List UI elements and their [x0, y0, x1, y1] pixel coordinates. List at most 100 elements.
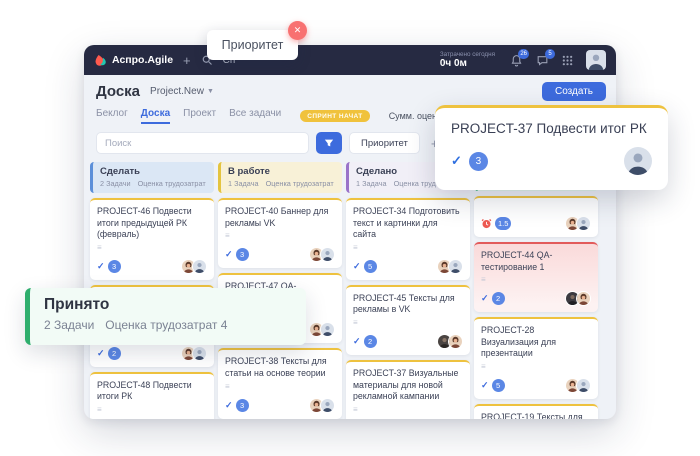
chevron-down-icon: ▼ [207, 88, 214, 95]
add-icon[interactable]: + [183, 54, 191, 67]
notifications-button[interactable]: 26 [510, 54, 523, 67]
avatar [320, 247, 335, 262]
deadline-icon [481, 218, 492, 229]
notifications-badge: 26 [518, 49, 529, 59]
tab-project[interactable]: Проект [183, 108, 216, 124]
project-selector[interactable]: Project.New ▼ [150, 86, 214, 97]
tab-board[interactable]: Доска [141, 108, 170, 124]
task-title: PROJECT-44 QA-тестирование 1 [481, 250, 591, 273]
check-icon: ✓ [481, 380, 489, 391]
avatar [448, 259, 463, 274]
avatar [448, 334, 463, 349]
task-title: PROJECT-40 Баннер для рекламы VK [225, 206, 335, 229]
avatar [576, 378, 591, 393]
task-title: PROJECT-48 Подвести итоги РК [97, 380, 207, 403]
task-card[interactable]: PROJECT-28 Визуализация для презентации … [474, 317, 598, 399]
flame-logo-icon [94, 54, 107, 67]
task-popup-title: PROJECT-37 Подвести итог РК [451, 121, 652, 136]
task-card[interactable]: PROJECT-19 Тексты для рекламы VK ≡ ✓ 5 [474, 404, 598, 419]
task-title: PROJECT-34 Подготовить текст и картинки … [353, 206, 463, 241]
task-title: PROJECT-37 Визуальные материалы для ново… [353, 368, 463, 403]
task-title: PROJECT-45 Тексты для рекламы в VK [353, 293, 463, 316]
task-title: PROJECT-38 Тексты для статьи на основе т… [225, 356, 335, 379]
task-card[interactable]: PROJECT-45 Тексты для рекламы в VK ≡ ✓ 2 [346, 285, 470, 355]
column-estimate: Оценка трудозатрат 4 [138, 179, 207, 188]
task-title: PROJECT-28 Визуализация для презентации [481, 325, 591, 360]
sprint-status-badge: СПРИНТ НАЧАТ [300, 110, 369, 122]
check-icon: ✓ [225, 249, 233, 260]
check-icon: ✓ [97, 348, 105, 359]
column-task-count: 1 Задача [356, 179, 387, 188]
time-tracked: Затрачено сегодня 0ч 0м [440, 51, 495, 70]
check-icon: ✓ [97, 261, 105, 272]
avatar [192, 259, 207, 274]
time-tracked-label: Затрачено сегодня [440, 51, 495, 58]
grid-icon [562, 55, 573, 66]
check-icon: ✓ [225, 400, 233, 411]
check-icon: ✓ [353, 336, 361, 347]
top-navigation-bar: Аспро.Agile + Сп Затрачено сегодня 0ч 0м [84, 45, 616, 75]
estimate-badge: 3 [236, 399, 249, 412]
estimate-badge: 2 [364, 335, 377, 348]
description-icon: ≡ [353, 319, 463, 327]
description-icon: ≡ [481, 363, 591, 371]
estimate-badge: 3 [108, 260, 121, 273]
estimate-badge: 3 [469, 152, 488, 171]
avatar [320, 398, 335, 413]
page-title: Доска [96, 83, 140, 100]
estimate-badge: 1.5 [495, 217, 511, 230]
column-estimate: Оценка трудозатрат 3 [266, 179, 335, 188]
accepted-task-count: 2 Задачи [44, 318, 94, 332]
avatar [624, 147, 652, 175]
column-accepted: 1.5 PROJECT-44 QA-тестирование 1 ≡ ✓ 2 [474, 162, 598, 419]
app-window: Аспро.Agile + Сп Затрачено сегодня 0ч 0м [84, 45, 616, 419]
description-icon: ≡ [97, 244, 207, 252]
task-card[interactable]: PROJECT-46 Подвести итоги предыдущей РК … [90, 198, 214, 280]
check-icon: ✓ [481, 293, 489, 304]
task-card[interactable]: PROJECT-37 Визуальные материалы для ново… [346, 360, 470, 419]
user-avatar[interactable] [586, 50, 606, 70]
description-icon: ≡ [97, 406, 207, 414]
task-popup-card[interactable]: PROJECT-37 Подвести итог РК ✓ 3 [435, 105, 668, 190]
messages-button[interactable]: 5 [536, 54, 549, 67]
priority-filter-chip[interactable]: Приоритет [349, 132, 420, 154]
column-task-count: 2 Задачи [100, 179, 131, 188]
filter-button[interactable] [316, 132, 342, 154]
description-icon: ≡ [353, 406, 463, 414]
column-done: Сделано 1 Задача Оценка трудозатрат PROJ… [346, 162, 470, 419]
task-card[interactable]: 1.5 [474, 196, 598, 237]
task-title: PROJECT-46 Подвести итоги предыдущей РК … [97, 206, 207, 241]
task-card-alert[interactable]: PROJECT-44 QA-тестирование 1 ≡ ✓ 2 [474, 242, 598, 312]
description-icon: ≡ [481, 276, 591, 284]
description-icon: ≡ [225, 383, 335, 391]
avatar [576, 216, 591, 231]
task-card[interactable]: PROJECT-38 Тексты для статьи на основе т… [218, 348, 342, 418]
page: Аспро.Agile + Сп Затрачено сегодня 0ч 0м [0, 0, 700, 456]
description-icon: ≡ [353, 244, 463, 252]
tab-all-tasks[interactable]: Все задачи [229, 108, 281, 124]
column-header-todo[interactable]: Сделать 2 Задачи Оценка трудозатрат 4 [90, 162, 214, 193]
messages-badge: 5 [545, 49, 555, 59]
apps-grid-button[interactable] [562, 55, 573, 66]
description-icon: ≡ [225, 232, 335, 240]
task-card[interactable]: PROJECT-40 Баннер для рекламы VK ≡ ✓ 3 [218, 198, 342, 268]
task-card[interactable]: PROJECT-34 Подготовить текст и картинки … [346, 198, 470, 280]
column-header-in-progress[interactable]: В работе 1 Задача Оценка трудозатрат 3 [218, 162, 342, 193]
estimate-badge: 2 [108, 347, 121, 360]
column-task-count: 1 Задача [228, 179, 259, 188]
tab-backlog[interactable]: Беклог [96, 108, 128, 124]
estimate-badge: 5 [364, 260, 377, 273]
check-icon: ✓ [353, 261, 361, 272]
app-name: Аспро.Agile [112, 54, 173, 66]
create-button[interactable]: Создать [542, 82, 606, 101]
avatar [192, 346, 207, 361]
search-input[interactable] [96, 132, 309, 154]
task-card[interactable]: PROJECT-48 Подвести итоги РК ≡ ✓ 2 [90, 372, 214, 419]
task-title [481, 204, 591, 216]
accepted-title: Принято [44, 296, 292, 314]
close-icon[interactable]: ✕ [288, 21, 307, 40]
app-logo: Аспро.Agile [94, 54, 173, 67]
estimate-badge: 5 [492, 379, 505, 392]
accepted-column-popup: Принято 2 Задачи Оценка трудозатрат 4 [25, 288, 306, 345]
estimate-badge: 2 [492, 292, 505, 305]
